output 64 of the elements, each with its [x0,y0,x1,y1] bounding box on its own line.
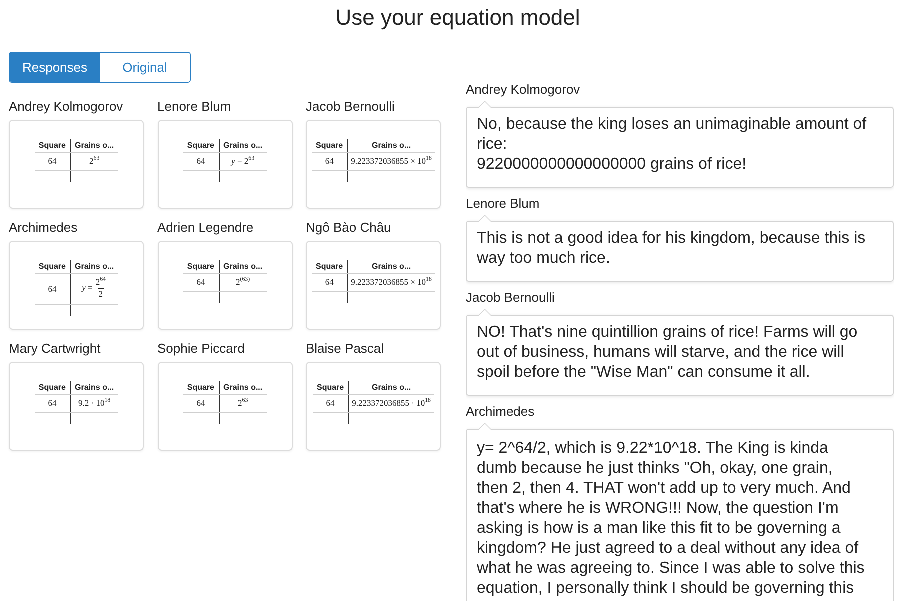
table-cell: 2$^{63}$ [70,152,118,170]
table-cell: y = 2$^{64}$ 2 [70,274,118,304]
student-name: Lenore Blum [466,196,541,212]
table-header: Square [34,381,70,394]
student-name: Archimedes [9,220,79,236]
student-name: Andrey Kolmogorov [466,82,582,98]
table-cell: 9.223372036855 · 10$^{18}$ [348,394,434,412]
table-cell: 9.223372036855 × 10$^{18}$ [348,152,435,170]
table-cell: 2$^{63}$ [219,394,267,412]
table-header: Square [34,260,70,274]
table-header: Grains o... [70,260,118,274]
response-text: NO! That's nine quintillion grains of rice! Farms will go out of business, humans will starve, and the rice will spoil before the "Wise Man" can consume it all. [477,323,859,383]
table-header: Square [34,139,70,152]
table-cell: 64 [312,274,348,292]
table-header: Grains o... [348,381,434,394]
table-header: Square [183,139,219,152]
table-cell: y = 2$^{63}$ [219,152,267,170]
table-cell: 9.2 · 10$^{18}$ [70,394,118,412]
response-text: This is not a good idea for his kingdom, because this is way too much rice. [477,229,867,269]
response-card[interactable]: Square Grains o... 64 9.223372036855 × 10$^{18}$ [306,120,441,209]
response-text: y= 2^64/2, which is 9.22*10^18. The King is kinda dumb because he just thinks "Oh, okay, one grain, then 2, then 4. THAT won't add up to very much. And that's where he is WRONG!!! Now, the question I'm asking is how is a man like this fit to be governing a kingdom? He just agreed to a deal without any idea of what he was agreeing to. Since I was able to solve this equation, I personally think I should be governing this [477,439,866,599]
table-header: Grains o... [219,260,267,274]
student-name: Ngô Bào Châu [306,220,392,236]
table-header: Square [312,381,349,394]
response-card[interactable]: Square Grains o... 64 2$^{63}$ [158,362,292,451]
table-cell: 64 [34,152,70,170]
table-cell: 2$^{(63)}$ [219,274,267,292]
student-name: Archimedes [466,404,536,420]
response-card[interactable]: Square Grains o... 64 y = 2$^{64}$ 2 [9,241,144,330]
response-card[interactable]: Square Grains o... 64 y = 2$^{63}$ [158,120,292,209]
table-cell: 9.223372036855 × 10$^{18}$ [348,274,435,292]
student-name: Adrien Legendre [158,220,255,236]
table-header: Grains o... [348,260,435,274]
response-card[interactable]: Square Grains o... 64 9.223372036855 × 10$^{18}$ [306,241,441,330]
table-header: Grains o... [348,139,435,152]
response-text: No, because the king loses an unimaginable amount of rice: 9220000000000000000 grains of rice! [477,115,867,175]
student-name: Jacob Bernoulli [466,290,556,306]
page-title: Use your equation model [334,4,582,32]
response-card[interactable]: Square Grains o... 64 9.223372036855 · 10$^{18}$ [306,362,441,451]
response-card[interactable]: Square Grains o... 64 2$^{63}$ [9,120,144,209]
response-card[interactable]: Square Grains o... 64 9.2 · 10$^{18}$ [9,362,144,451]
student-name: Blaise Pascal [306,341,386,357]
table-header: Grains o... [70,139,118,152]
student-name: Andrey Kolmogorov [9,99,124,115]
table-cell: 64 [34,274,70,304]
table-cell: 64 [312,394,349,412]
student-name: Sophie Piccard [158,341,246,357]
table-cell: 64 [183,152,219,170]
view-tab[interactable]: Responses [10,53,100,82]
table-header: Square [183,381,219,394]
response-card[interactable]: Square Grains o... 64 2$^{(63)}$ [158,241,292,330]
table-cell: 64 [34,394,70,412]
table-header: Grains o... [219,381,267,394]
student-name: Lenore Blum [158,99,232,115]
student-name: Jacob Bernoulli [306,99,396,115]
table-header: Square [312,139,348,152]
table-cell: 64 [183,274,219,292]
table-header: Grains o... [219,139,267,152]
table-cell: 64 [183,394,219,412]
table-cell: 64 [312,152,348,170]
table-header: Grains o... [70,381,118,394]
student-name: Mary Cartwright [9,341,102,357]
table-header: Square [183,260,219,274]
table-header: Square [312,260,348,274]
